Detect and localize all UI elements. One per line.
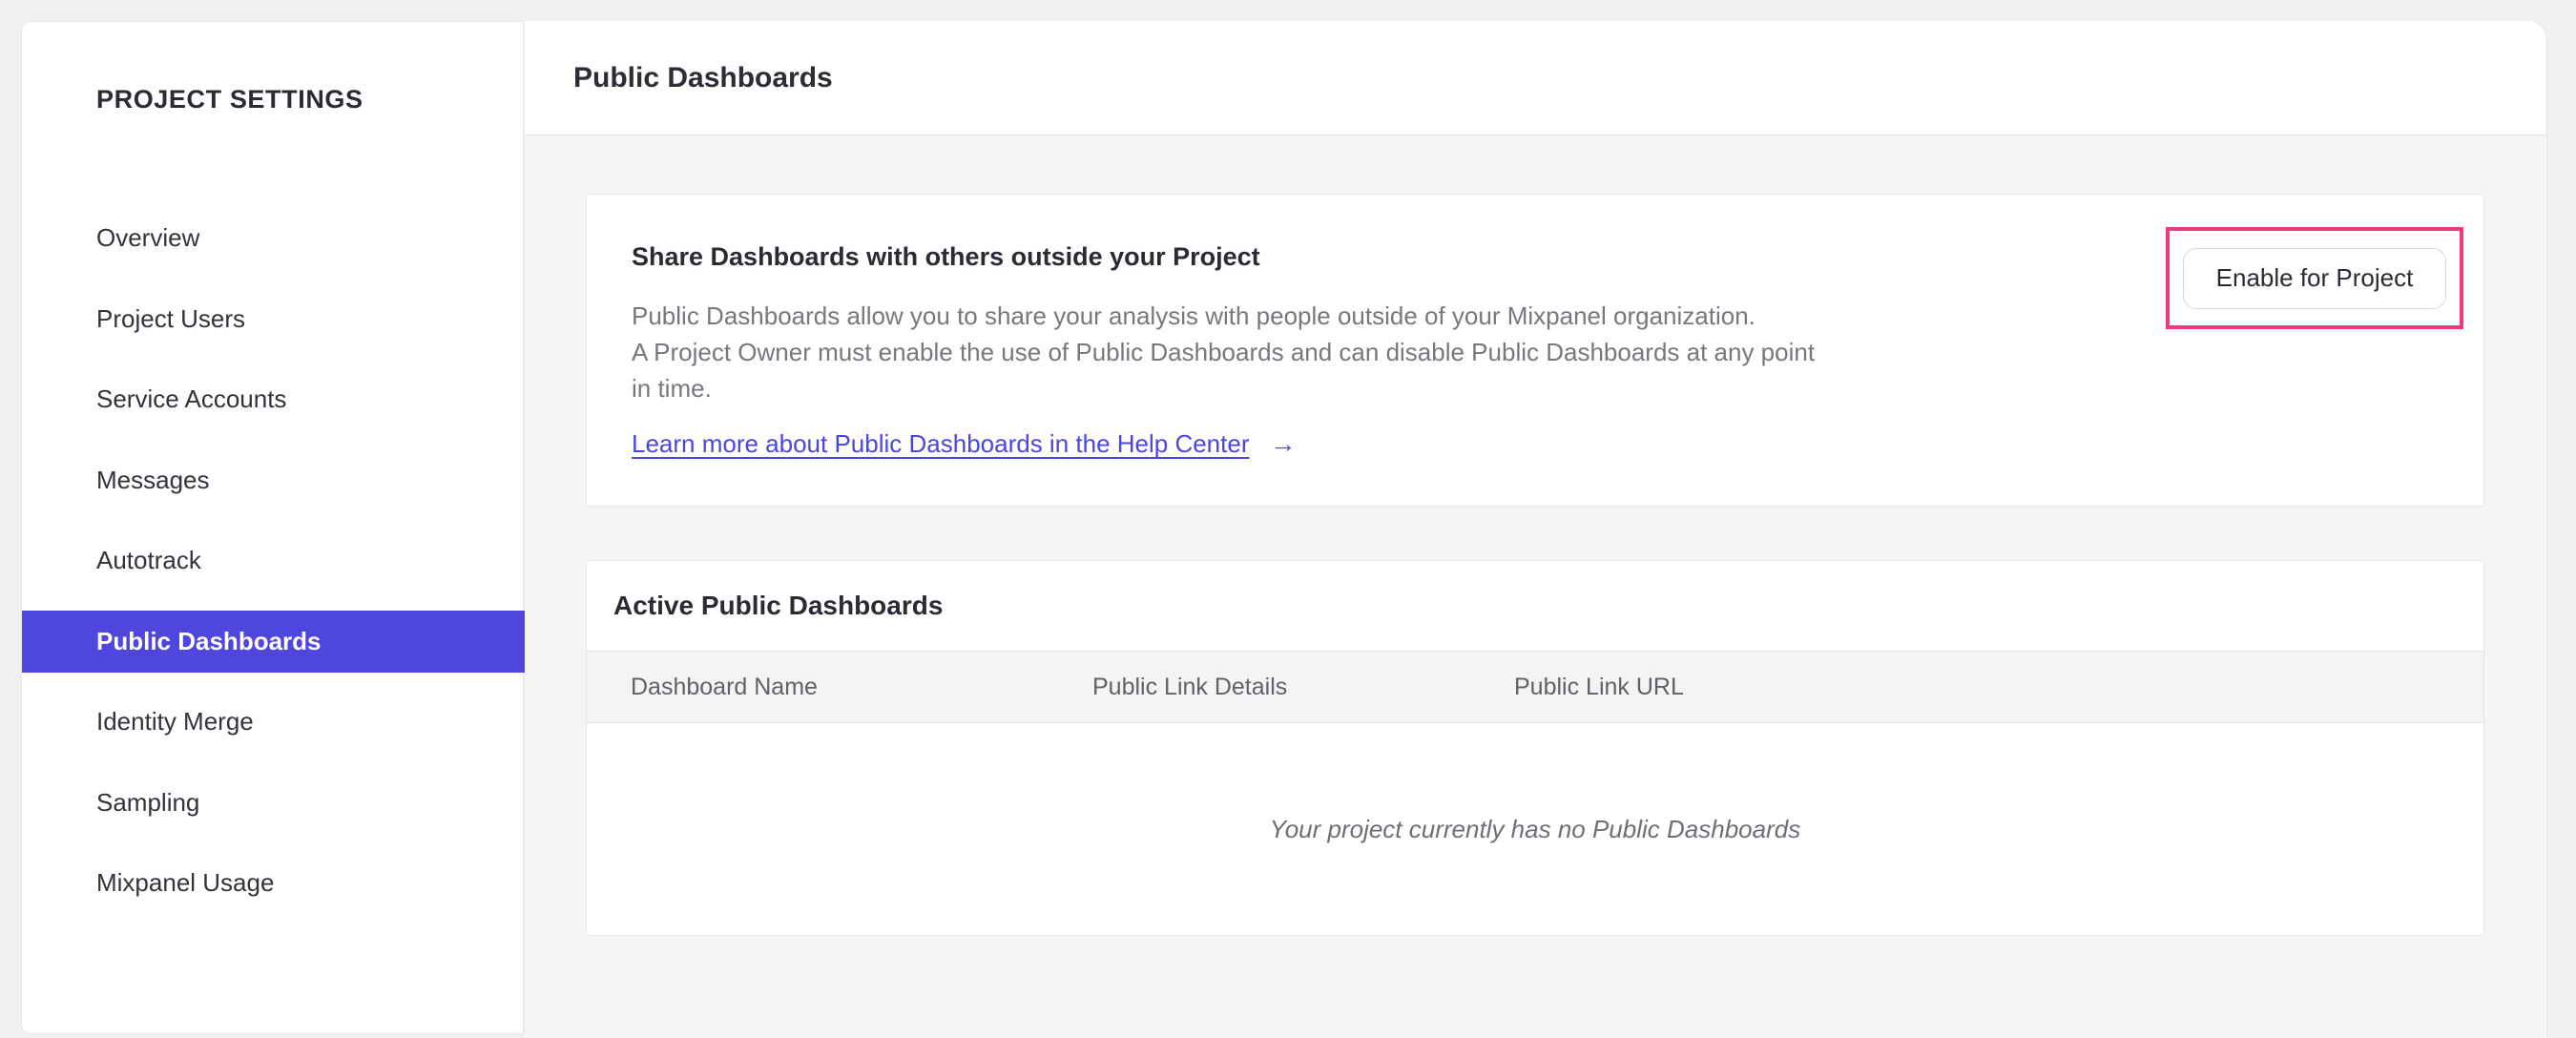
sidebar-item-label: Autotrack (96, 546, 201, 574)
arrow-right-icon: → (1270, 429, 1297, 458)
sidebar-item-mixpanel-usage[interactable]: Mixpanel Usage (22, 852, 525, 914)
sidebar-item-label: Service Accounts (96, 384, 287, 413)
sidebar-item-public-dashboards[interactable]: Public Dashboards (22, 610, 525, 673)
help-link-row: Learn more about Public Dashboards in th… (632, 429, 2439, 459)
help-center-link[interactable]: Learn more about Public Dashboards in th… (632, 429, 1250, 459)
sidebar-item-project-users[interactable]: Project Users (22, 288, 525, 350)
empty-state-message: Your project currently has no Public Das… (1269, 814, 1801, 843)
sidebar-item-messages[interactable]: Messages (22, 449, 525, 511)
sidebar-item-label: Overview (96, 223, 200, 252)
page-header: Public Dashboards (525, 21, 2547, 135)
content-area: Share Dashboards with others outside you… (525, 136, 2547, 1038)
sidebar-item-sampling[interactable]: Sampling (22, 772, 525, 834)
sidebar-item-label: Project Users (96, 303, 246, 333)
sidebar-title: PROJECT SETTINGS (96, 85, 364, 114)
sidebar-item-autotrack[interactable]: Autotrack (22, 529, 525, 592)
project-settings-sidebar: PROJECT SETTINGS Overview Project Users … (21, 21, 525, 1034)
sidebar-item-label: Messages (96, 465, 210, 494)
sidebar-item-label: Sampling (96, 787, 200, 817)
description-line-3: in time. (632, 374, 712, 403)
column-dashboard-name: Dashboard Name (631, 674, 818, 700)
page-title: Public Dashboards (573, 61, 833, 93)
page-background: { "sidebar": { "title": "PROJECT SETTING… (0, 0, 2576, 1038)
share-card-heading: Share Dashboards with others outside you… (632, 242, 1260, 271)
active-dashboards-title: Active Public Dashboards (613, 591, 944, 620)
column-public-link-url: Public Link URL (1514, 674, 1684, 700)
sidebar-nav: Overview Project Users Service Accounts … (22, 207, 525, 933)
column-public-link-details: Public Link Details (1092, 674, 1288, 700)
sidebar-item-label: Identity Merge (96, 707, 254, 736)
sidebar-item-service-accounts[interactable]: Service Accounts (22, 368, 525, 430)
sidebar-item-label: Mixpanel Usage (96, 868, 275, 897)
sidebar-item-overview[interactable]: Overview (22, 207, 525, 269)
enable-for-project-button[interactable]: Enable for Project (2183, 247, 2446, 309)
sidebar-item-label: Public Dashboards (96, 626, 322, 655)
description-line-2: A Project Owner must enable the use of P… (632, 338, 1816, 366)
share-card-description: Public Dashboards allow you to share you… (632, 298, 2439, 406)
description-line-1: Public Dashboards allow you to share you… (632, 301, 1755, 330)
dashboards-table-header: Dashboard Name Public Link Details Publi… (587, 651, 2483, 723)
active-dashboards-card: Active Public Dashboards Dashboard Name … (586, 560, 2484, 936)
share-dashboards-card: Share Dashboards with others outside you… (586, 194, 2484, 507)
sidebar-item-identity-merge[interactable]: Identity Merge (22, 691, 525, 753)
